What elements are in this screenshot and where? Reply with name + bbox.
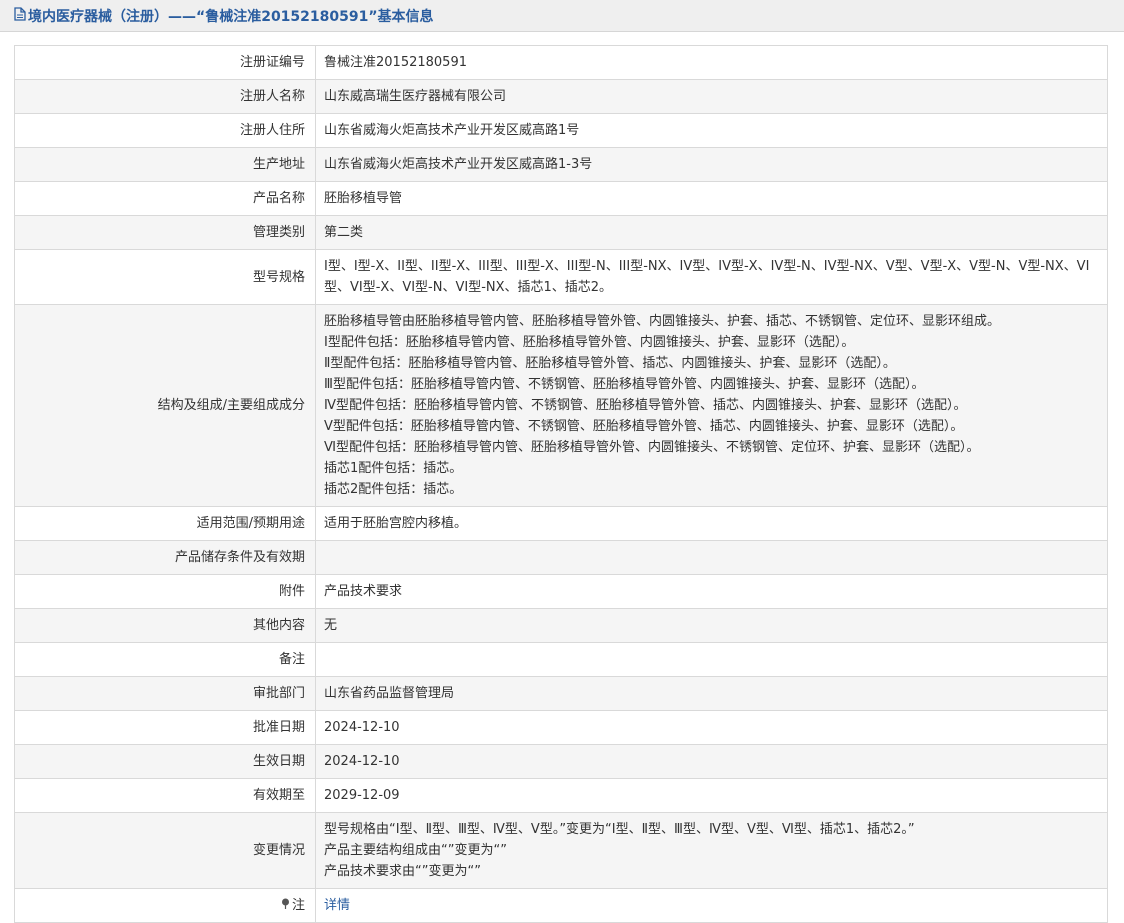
value-production-address: 山东省威海火炬高技术产业开发区威高路1-3号	[315, 147, 1108, 182]
structure-line: Ⅵ型配件包括：胚胎移植导管内管、胚胎移植导管外管、内圆锥接头、不锈钢管、定位环、…	[324, 440, 980, 455]
row-changes: 变更情况 型号规格由“Ⅰ型、Ⅱ型、Ⅲ型、Ⅳ型、Ⅴ型。”变更为“Ⅰ型、Ⅱ型、Ⅲ型、…	[14, 812, 1108, 889]
value-approval-date: 2024-12-10	[315, 710, 1108, 745]
page-title: 境内医疗器械（注册）——“鲁械注准20152180591”基本信息	[28, 8, 434, 25]
value-approval-dept: 山东省药品监督管理局	[315, 676, 1108, 711]
label-approval-date: 批准日期	[14, 710, 316, 745]
details-link[interactable]: 详情	[324, 898, 350, 913]
row-management-class: 管理类别 第二类	[14, 215, 1108, 250]
label-valid-until: 有效期至	[14, 778, 316, 813]
label-model-spec: 型号规格	[14, 249, 316, 305]
row-effective-date: 生效日期 2024-12-10	[14, 744, 1108, 779]
label-changes: 变更情况	[14, 812, 316, 889]
structure-line: 插芯2配件包括：插芯。	[324, 482, 463, 497]
value-changes: 型号规格由“Ⅰ型、Ⅱ型、Ⅲ型、Ⅳ型、Ⅴ型。”变更为“Ⅰ型、Ⅱ型、Ⅲ型、Ⅳ型、Ⅴ型…	[315, 812, 1108, 889]
structure-line: Ⅱ型配件包括：胚胎移植导管内管、胚胎移植导管外管、插芯、内圆锥接头、护套、显影环…	[324, 356, 896, 371]
value-effective-date: 2024-12-10	[315, 744, 1108, 779]
value-intended-use: 适用于胚胎宫腔内移植。	[315, 506, 1108, 541]
value-note: 详情	[315, 888, 1108, 923]
label-management-class: 管理类别	[14, 215, 316, 250]
row-approval-date: 批准日期 2024-12-10	[14, 710, 1108, 745]
change-line: 型号规格由“Ⅰ型、Ⅱ型、Ⅲ型、Ⅳ型、Ⅴ型。”变更为“Ⅰ型、Ⅱ型、Ⅲ型、Ⅳ型、Ⅴ型…	[324, 822, 915, 837]
label-registration-no: 注册证编号	[14, 45, 316, 80]
row-product-name: 产品名称 胚胎移植导管	[14, 181, 1108, 216]
structure-line: 插芯1配件包括：插芯。	[324, 461, 463, 476]
structure-line: Ⅲ型配件包括：胚胎移植导管内管、不锈钢管、胚胎移植导管外管、内圆锥接头、护套、显…	[324, 377, 925, 392]
row-production-address: 生产地址 山东省威海火炬高技术产业开发区威高路1-3号	[14, 147, 1108, 182]
row-storage: 产品储存条件及有效期	[14, 540, 1108, 575]
row-note: 注 详情	[14, 888, 1108, 923]
row-approval-dept: 审批部门 山东省药品监督管理局	[14, 676, 1108, 711]
label-effective-date: 生效日期	[14, 744, 316, 779]
info-table: 注册证编号 鲁械注准20152180591 注册人名称 山东威高瑞生医疗器械有限…	[14, 45, 1108, 923]
document-icon	[14, 6, 26, 25]
label-remarks: 备注	[14, 642, 316, 677]
label-other: 其他内容	[14, 608, 316, 643]
label-production-address: 生产地址	[14, 147, 316, 182]
pin-icon	[281, 895, 290, 916]
row-registration-no: 注册证编号 鲁械注准20152180591	[14, 45, 1108, 80]
info-table-container: 注册证编号 鲁械注准20152180591 注册人名称 山东威高瑞生医疗器械有限…	[14, 45, 1108, 923]
change-line: 产品主要结构组成由“”变更为“”	[324, 843, 507, 858]
row-intended-use: 适用范围/预期用途 适用于胚胎宫腔内移植。	[14, 506, 1108, 541]
row-registrant-name: 注册人名称 山东威高瑞生医疗器械有限公司	[14, 79, 1108, 114]
label-approval-dept: 审批部门	[14, 676, 316, 711]
structure-line: Ⅳ型配件包括：胚胎移植导管内管、不锈钢管、胚胎移植导管外管、插芯、内圆锥接头、护…	[324, 398, 967, 413]
structure-line: 胚胎移植导管由胚胎移植导管内管、胚胎移植导管外管、内圆锥接头、护套、插芯、不锈钢…	[324, 314, 1001, 329]
value-storage	[315, 540, 1108, 575]
value-management-class: 第二类	[315, 215, 1108, 250]
change-line: 产品技术要求由“”变更为“”	[324, 864, 481, 879]
label-registrant-address: 注册人住所	[14, 113, 316, 148]
row-structure: 结构及组成/主要组成成分 胚胎移植导管由胚胎移植导管内管、胚胎移植导管外管、内圆…	[14, 304, 1108, 507]
page-header: 境内医疗器械（注册）——“鲁械注准20152180591”基本信息	[0, 0, 1124, 32]
structure-line: Ⅴ型配件包括：胚胎移植导管内管、不锈钢管、胚胎移植导管外管、插芯、内圆锥接头、护…	[324, 419, 964, 434]
value-structure: 胚胎移植导管由胚胎移植导管内管、胚胎移植导管外管、内圆锥接头、护套、插芯、不锈钢…	[315, 304, 1108, 507]
label-intended-use: 适用范围/预期用途	[14, 506, 316, 541]
row-remarks: 备注	[14, 642, 1108, 677]
value-registrant-name: 山东威高瑞生医疗器械有限公司	[315, 79, 1108, 114]
label-product-name: 产品名称	[14, 181, 316, 216]
value-other: 无	[315, 608, 1108, 643]
label-registrant-name: 注册人名称	[14, 79, 316, 114]
label-storage: 产品储存条件及有效期	[14, 540, 316, 575]
value-product-name: 胚胎移植导管	[315, 181, 1108, 216]
value-valid-until: 2029-12-09	[315, 778, 1108, 813]
value-registrant-address: 山东省威海火炬高技术产业开发区威高路1号	[315, 113, 1108, 148]
note-label-text: 注	[291, 898, 305, 913]
row-model-spec: 型号规格 I型、I型-X、II型、II型-X、III型、III型-X、III型-…	[14, 249, 1108, 305]
structure-line: Ⅰ型配件包括：胚胎移植导管内管、胚胎移植导管外管、内圆锥接头、护套、显影环（选配…	[324, 335, 855, 350]
value-model-spec: I型、I型-X、II型、II型-X、III型、III型-X、III型-N、III…	[315, 249, 1108, 305]
value-remarks	[315, 642, 1108, 677]
label-attachment: 附件	[14, 574, 316, 609]
row-valid-until: 有效期至 2029-12-09	[14, 778, 1108, 813]
row-other: 其他内容 无	[14, 608, 1108, 643]
value-registration-no: 鲁械注准20152180591	[315, 45, 1108, 80]
row-attachment: 附件 产品技术要求	[14, 574, 1108, 609]
row-registrant-address: 注册人住所 山东省威海火炬高技术产业开发区威高路1号	[14, 113, 1108, 148]
label-note: 注	[14, 888, 316, 923]
value-attachment: 产品技术要求	[315, 574, 1108, 609]
label-structure: 结构及组成/主要组成成分	[14, 304, 316, 507]
